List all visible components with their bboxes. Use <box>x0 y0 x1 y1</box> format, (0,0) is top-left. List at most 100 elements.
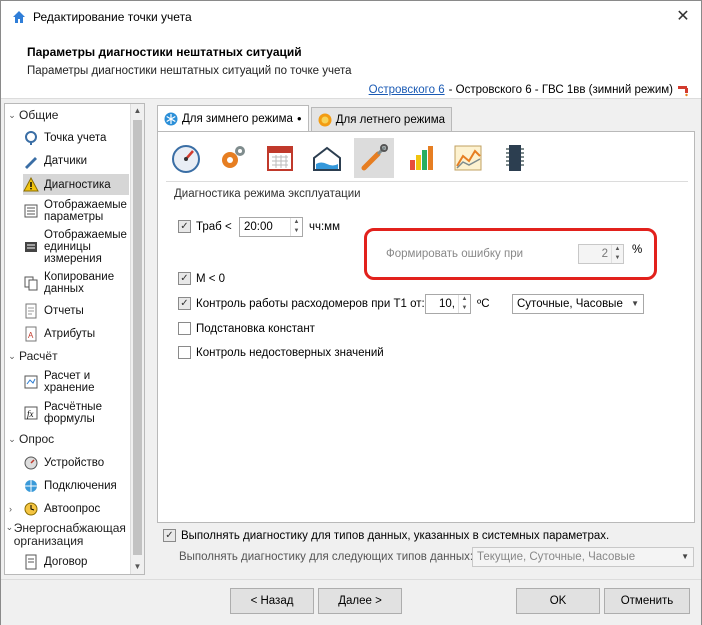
sidebar-item-display-units[interactable]: Отображаемые единицы измерения <box>23 227 129 267</box>
bottom-options: ✓ Выполнять диагностику для типов данных… <box>157 525 697 571</box>
scroll-up-arrow-icon[interactable]: ▲ <box>131 104 144 118</box>
section-toolbar <box>166 138 542 178</box>
checkmark-icon[interactable]: ✓ <box>178 220 191 233</box>
ok-button[interactable]: OK <box>516 588 600 614</box>
error-threshold-input[interactable]: 2 ▲ ▼ <box>578 244 624 264</box>
checkmark-icon[interactable]: ✓ <box>178 297 191 310</box>
following-types-select[interactable]: Текущие, Суточные, Часовые ▼ <box>472 547 694 567</box>
toolbar-line-chart-button[interactable] <box>448 138 488 178</box>
sidebar-item-formulas[interactable]: fx Расчётные формулы <box>23 400 129 426</box>
sidebar-item-connections[interactable]: Подключения <box>23 476 129 496</box>
system-types-checkbox[interactable]: ✓ Выполнять диагностику для типов данных… <box>163 529 609 542</box>
hot-water-tap-icon <box>678 86 688 97</box>
dialog-footer: < Назад Далее > OK Отменить <box>1 579 701 625</box>
chevron-down-icon[interactable]: ⌄ <box>5 351 19 362</box>
chevron-down-icon[interactable]: ▼ <box>681 552 689 561</box>
dialog-window: Редактирование точки учета ✕ Параметры д… <box>0 0 702 625</box>
scroll-down-arrow-icon[interactable]: ▼ <box>131 560 144 574</box>
trab-time-input[interactable]: 20:00 ▲ ▼ <box>239 217 303 237</box>
checkmark-icon[interactable]: ✓ <box>178 272 191 285</box>
location-link[interactable]: Островского 6 <box>369 84 445 96</box>
unreliable-control-label: Контроль недостоверных значений <box>196 346 384 359</box>
chevron-down-icon[interactable]: ⌄ <box>5 522 14 533</box>
formula-icon: fx <box>24 406 38 420</box>
sidebar-group-polling[interactable]: ⌄ Опрос <box>5 432 54 446</box>
next-button[interactable]: Далее > <box>318 588 402 614</box>
const-substitution-checkbox[interactable]: Подстановка констант <box>178 322 315 335</box>
connection-icon <box>25 480 37 492</box>
location-text: - Островского 6 - ГВС 1вв (зимний режим) <box>448 84 673 96</box>
m-less-zero-checkbox[interactable]: ✓ M < 0 <box>178 272 225 285</box>
title-bar: Редактирование точки учета ✕ <box>1 1 701 33</box>
toolbar-chip-button[interactable] <box>495 138 535 178</box>
chevron-right-icon[interactable]: › <box>9 504 23 514</box>
checkbox-box[interactable] <box>178 346 191 359</box>
tab-summer-mode[interactable]: Для летнего режима <box>310 107 453 131</box>
unreliable-control-checkbox[interactable]: Контроль недостоверных значений <box>178 346 384 359</box>
sidebar-item-device[interactable]: Устройство <box>23 453 129 473</box>
sidebar-item-reports[interactable]: Отчеты <box>23 301 129 321</box>
sidebar-item-label: Отчеты <box>44 305 84 317</box>
chevron-down-icon[interactable]: ⌄ <box>5 110 19 121</box>
error-threshold-unit: % <box>632 244 643 256</box>
sidebar-item-label: Расчётные формулы <box>44 401 102 425</box>
chevron-down-icon[interactable]: ▼ <box>631 299 639 308</box>
checkmark-icon[interactable]: ✓ <box>163 529 176 542</box>
report-icon <box>25 303 37 319</box>
toolbar-settings-button[interactable] <box>213 138 253 178</box>
sidebar-item-display-params[interactable]: Отображаемые параметры <box>23 198 129 224</box>
sidebar-item-contract[interactable]: Договор <box>23 552 129 572</box>
sidebar-group-label: Общие <box>19 108 59 122</box>
main-panel: Для зимнего режима ● Для летнего режима <box>157 103 699 523</box>
sidebar-item-calc-storage[interactable]: Расчет и хранение <box>23 369 129 395</box>
toolbar-gauge-button[interactable] <box>166 138 206 178</box>
sidebar-item-autopoll[interactable]: › Автоопрос <box>9 499 129 519</box>
cancel-button[interactable]: Отменить <box>604 588 690 614</box>
units-icon <box>25 242 37 252</box>
clock-icon <box>24 502 38 516</box>
following-types-value: Текущие, Суточные, Часовые <box>477 551 636 563</box>
sidebar-group-general[interactable]: ⌄ Общие <box>5 108 58 122</box>
chevron-down-icon[interactable]: ⌄ <box>5 434 19 445</box>
flowmeter-types-value: Суточные, Часовые <box>517 298 623 310</box>
sidebar-item-diagnostics[interactable]: Диагностика <box>23 174 129 195</box>
window-title: Редактирование точки учета <box>33 10 192 24</box>
sidebar-group-supplier[interactable]: ⌄ Энергоснабжающая организация <box>5 522 129 548</box>
attributes-icon: A <box>25 326 37 342</box>
toolbar-water-level-button[interactable] <box>307 138 347 178</box>
trab-time-value: 20:00 <box>244 221 273 233</box>
sidebar-group-label: Энергоснабжающая организация <box>13 521 126 548</box>
tab-winter-mode[interactable]: Для зимнего режима ● <box>157 105 309 131</box>
spin-arrows[interactable]: ▲ ▼ <box>611 245 623 263</box>
sidebar-item-sensors[interactable]: Датчики <box>23 151 129 171</box>
sidebar-item-copy-data[interactable]: Копирование данных <box>23 270 129 296</box>
scrollbar-thumb[interactable] <box>133 120 142 555</box>
flowmeter-temp-input[interactable]: 10, ▲ ▼ <box>425 294 471 314</box>
flowmeter-temp-unit: ºС <box>477 298 490 310</box>
back-button[interactable]: < Назад <box>230 588 314 614</box>
sidebar-item-label: Договор <box>44 556 88 568</box>
toolbar-calendar-button[interactable] <box>260 138 300 178</box>
tab-label: Для зимнего режима <box>182 112 293 125</box>
trab-unit-label: чч:мм <box>309 221 340 233</box>
snowflake-icon <box>164 112 178 125</box>
toolbar-diagnostics-button[interactable] <box>354 138 394 178</box>
following-types-label: Выполнять диагностику для следующих типо… <box>179 551 474 563</box>
sidebar-item-label: Датчики <box>44 155 88 167</box>
sidebar-item-label: Устройство <box>44 457 105 469</box>
checkbox-box[interactable] <box>178 322 191 335</box>
sidebar-item-attributes[interactable]: A Атрибуты <box>23 324 129 344</box>
close-icon[interactable]: ✕ <box>673 7 693 27</box>
spin-arrows[interactable]: ▲ ▼ <box>290 218 302 236</box>
system-types-label: Выполнять диагностику для типов данных, … <box>181 529 610 542</box>
error-threshold-label: Формировать ошибку при <box>386 248 524 260</box>
sidebar-item-meter-point[interactable]: Точка учета <box>23 128 129 148</box>
sidebar-group-calculation[interactable]: ⌄ Расчёт <box>5 349 57 363</box>
sidebar-scrollbar[interactable]: ▲ ▼ <box>130 104 144 574</box>
flowmeter-types-select[interactable]: Суточные, Часовые ▼ <box>512 294 644 314</box>
flowmeter-control-checkbox[interactable]: ✓ Контроль работы расходомеров при Т1 от… <box>178 297 425 310</box>
spin-arrows[interactable]: ▲ ▼ <box>458 295 470 313</box>
page-title: Параметры диагностики нештатных ситуаций <box>27 45 302 59</box>
trab-checkbox[interactable]: ✓ Траб < <box>178 220 232 233</box>
toolbar-bar-chart-button[interactable] <box>401 138 441 178</box>
